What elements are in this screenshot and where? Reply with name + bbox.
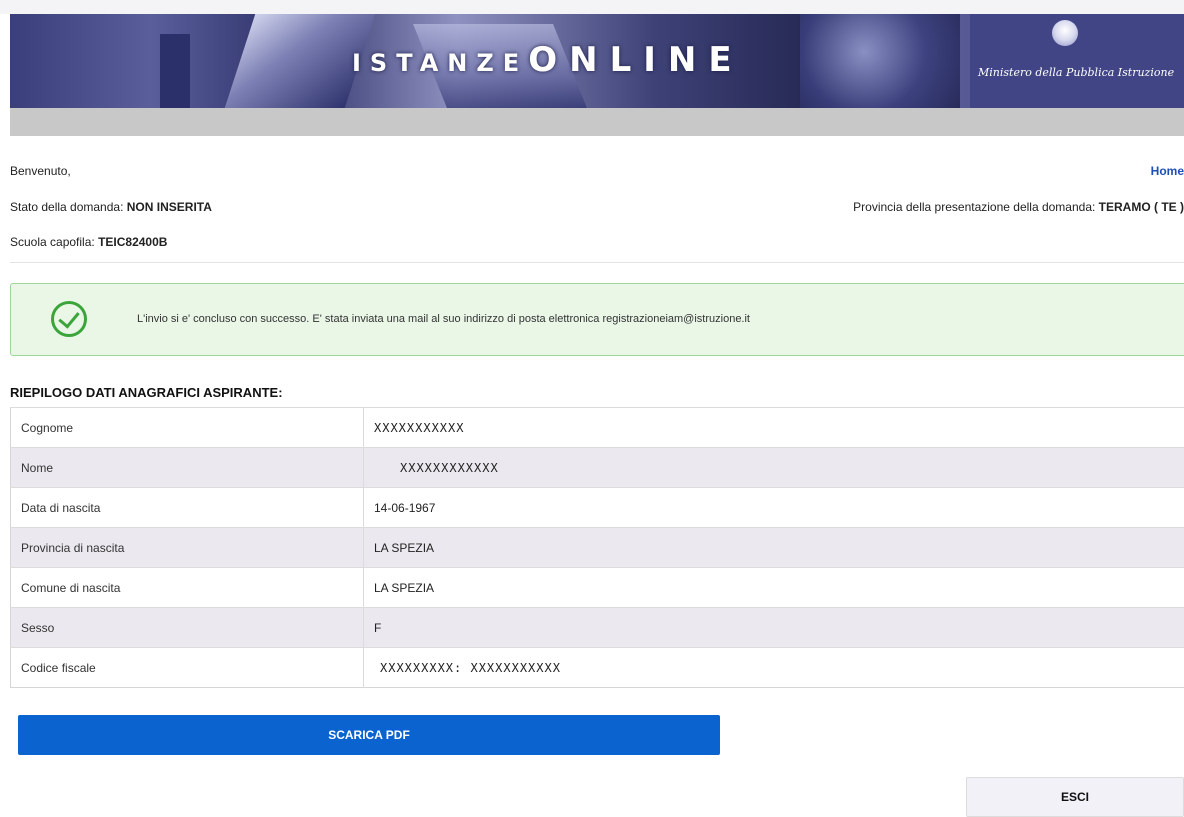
status-value: NON INSERITA xyxy=(127,200,212,214)
province-label: Provincia della presentazione della doma… xyxy=(853,200,1095,214)
welcome-text: Benvenuto, xyxy=(10,164,71,178)
check-circle-icon xyxy=(51,301,87,337)
row-label: Comune di nascita xyxy=(11,568,364,608)
table-row: Data di nascita 14-06-1967 xyxy=(11,488,1184,528)
applicant-data-table: Cognome XXXXXXXXXXX Nome XXXXXXXXXXXX Da… xyxy=(10,407,1184,688)
table-row: Nome XXXXXXXXXXXX xyxy=(11,448,1184,488)
row-label: Provincia di nascita xyxy=(11,528,364,568)
success-alert: L'invio si e' concluso con successo. E' … xyxy=(10,283,1184,356)
row-value: XXXXXXXXXXXX xyxy=(364,448,1184,488)
row-value: XXXXXXXXXXX xyxy=(364,408,1184,448)
lead-school: Scuola capofila: TEIC82400B xyxy=(10,235,167,249)
banner-subbar xyxy=(10,108,1184,136)
republic-emblem-icon xyxy=(1052,20,1078,46)
row-label: Cognome xyxy=(11,408,364,448)
divider xyxy=(10,262,1184,263)
row-value: LA SPEZIA xyxy=(364,528,1184,568)
table-row: Comune di nascita LA SPEZIA xyxy=(11,568,1184,608)
row-value: XXXXXXXXX: XXXXXXXXXXX xyxy=(364,648,1184,688)
home-link[interactable]: Home xyxy=(1151,164,1184,178)
istanze-online-logo: ISTANZEONLINE xyxy=(352,40,744,80)
ministry-name: Ministero della Pubblica Istruzione xyxy=(978,66,1174,79)
row-label: Data di nascita xyxy=(11,488,364,528)
application-status: Stato della domanda: NON INSERITA xyxy=(10,200,212,214)
row-value: F xyxy=(364,608,1184,648)
school-label: Scuola capofila: xyxy=(10,235,95,249)
logo-part: LINE xyxy=(610,40,744,80)
logo-part: ON xyxy=(528,40,609,80)
logo-part: E xyxy=(503,49,528,77)
table-row: Sesso F xyxy=(11,608,1184,648)
top-strip xyxy=(0,0,1184,14)
row-label: Sesso xyxy=(11,608,364,648)
row-value: 14-06-1967 xyxy=(364,488,1184,528)
table-row: Cognome XXXXXXXXXXX xyxy=(11,408,1184,448)
banner-graphic xyxy=(800,14,960,108)
exit-button[interactable]: ESCI xyxy=(966,777,1184,817)
table-row: Provincia di nascita LA SPEZIA xyxy=(11,528,1184,568)
banner-graphic xyxy=(160,34,190,108)
table-row: Codice fiscale XXXXXXXXX: XXXXXXXXXXX xyxy=(11,648,1184,688)
status-label: Stato della domanda: xyxy=(10,200,123,214)
summary-title: RIEPILOGO DATI ANAGRAFICI ASPIRANTE: xyxy=(10,385,283,400)
school-value: TEIC82400B xyxy=(98,235,167,249)
row-label: Codice fiscale xyxy=(11,648,364,688)
province-value: TERAMO ( TE ) xyxy=(1099,200,1184,214)
download-pdf-button[interactable]: SCARICA PDF xyxy=(18,715,720,755)
row-label: Nome xyxy=(11,448,364,488)
submission-province: Provincia della presentazione della doma… xyxy=(853,200,1184,214)
logo-part: ISTANZ xyxy=(352,49,503,77)
row-value: LA SPEZIA xyxy=(364,568,1184,608)
success-message: L'invio si e' concluso con successo. E' … xyxy=(137,313,750,325)
